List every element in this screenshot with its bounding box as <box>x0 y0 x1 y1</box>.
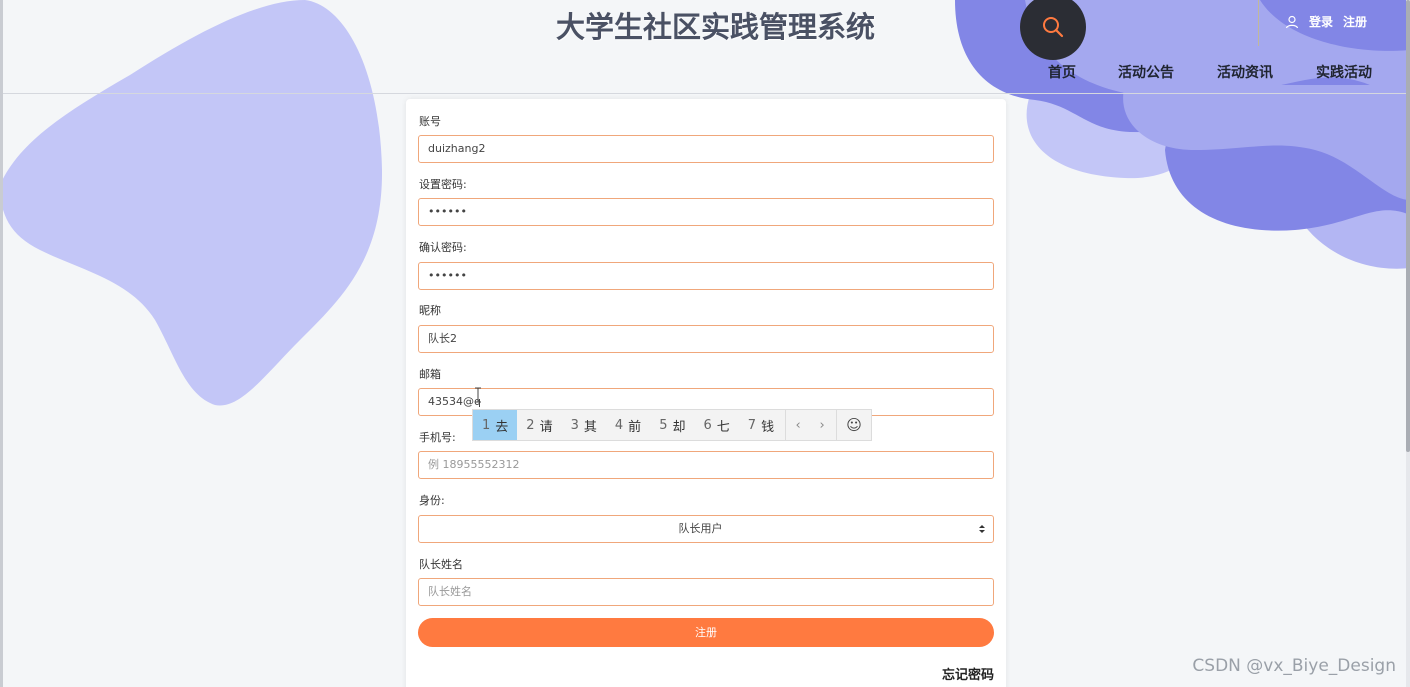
watermark: CSDN @vx_Biye_Design <box>1192 656 1396 676</box>
nav-item-activities[interactable]: 实践活动 <box>1316 62 1372 82</box>
user-icon <box>1285 15 1299 29</box>
scrollbar-thumb[interactable] <box>1406 0 1410 452</box>
login-link[interactable]: 登录 <box>1309 13 1333 30</box>
nickname-input[interactable]: 队长2 <box>418 325 994 353</box>
ime-candidate-bar: 1去 2请 3其 4前 5却 6七 7钱 ‹ › ☺ <box>472 409 872 441</box>
ime-candidate[interactable]: 5却 <box>650 410 694 440</box>
register-link[interactable]: 注册 <box>1343 13 1367 30</box>
account-input[interactable]: duizhang2 <box>418 135 994 163</box>
window-left-edge <box>0 0 3 687</box>
nav-item-home[interactable]: 首页 <box>1048 62 1076 82</box>
forgot-password-link[interactable]: 忘记密码 <box>942 664 994 683</box>
account-label: 账号 <box>419 115 441 128</box>
page-scrollbar[interactable] <box>1406 0 1410 687</box>
ime-candidate[interactable]: 1去 <box>473 410 518 440</box>
header-divider <box>1258 0 1259 46</box>
site-title: 大学生社区实践管理系统 <box>556 10 876 44</box>
identity-selected-value: 队长用户 <box>678 522 723 535</box>
phone-input[interactable]: 例 18955552312 <box>418 451 994 479</box>
captain-name-label: 队长姓名 <box>419 558 463 571</box>
ime-emoji-icon[interactable]: ☺ <box>837 410 871 440</box>
ime-candidate[interactable]: 7钱 <box>739 410 783 440</box>
identity-label: 身份: <box>419 494 445 507</box>
page: 大学生社区实践管理系统 登录 注册 首页 活动公告 活动资讯 实践活动 账号 d… <box>0 0 1410 687</box>
ime-candidate[interactable]: 4前 <box>606 410 650 440</box>
password-label: 设置密码: <box>419 178 467 191</box>
confirm-password-label: 确认密码: <box>419 241 467 254</box>
ime-candidate[interactable]: 6七 <box>694 410 738 440</box>
nav-item-news[interactable]: 活动资讯 <box>1217 62 1273 82</box>
nav-item-announcements[interactable]: 活动公告 <box>1118 62 1174 82</box>
captain-name-input[interactable]: 队长姓名 <box>418 578 994 606</box>
ime-candidate[interactable]: 3其 <box>562 410 606 440</box>
registration-form: 账号 duizhang2 设置密码: •••••• 确认密码: •••••• 昵… <box>406 99 1006 687</box>
register-button[interactable]: 注册 <box>418 618 994 647</box>
header-bottom-border <box>3 93 1406 94</box>
email-label: 邮箱 <box>419 368 441 381</box>
nickname-label: 昵称 <box>419 304 441 317</box>
search-icon <box>1043 17 1064 38</box>
ibeam-cursor-icon <box>475 387 481 403</box>
ime-candidate[interactable]: 2请 <box>517 410 561 440</box>
decorative-blob-left <box>0 0 383 406</box>
ime-prev-page-icon[interactable]: ‹ <box>786 410 810 440</box>
user-links: 登录 注册 <box>1285 13 1367 30</box>
select-arrows-icon <box>979 525 985 533</box>
phone-label: 手机号: <box>419 431 456 444</box>
confirm-password-input[interactable]: •••••• <box>418 262 994 290</box>
identity-select[interactable]: 队长用户 <box>418 515 994 543</box>
ime-next-page-icon[interactable]: › <box>810 410 834 440</box>
password-input[interactable]: •••••• <box>418 198 994 226</box>
